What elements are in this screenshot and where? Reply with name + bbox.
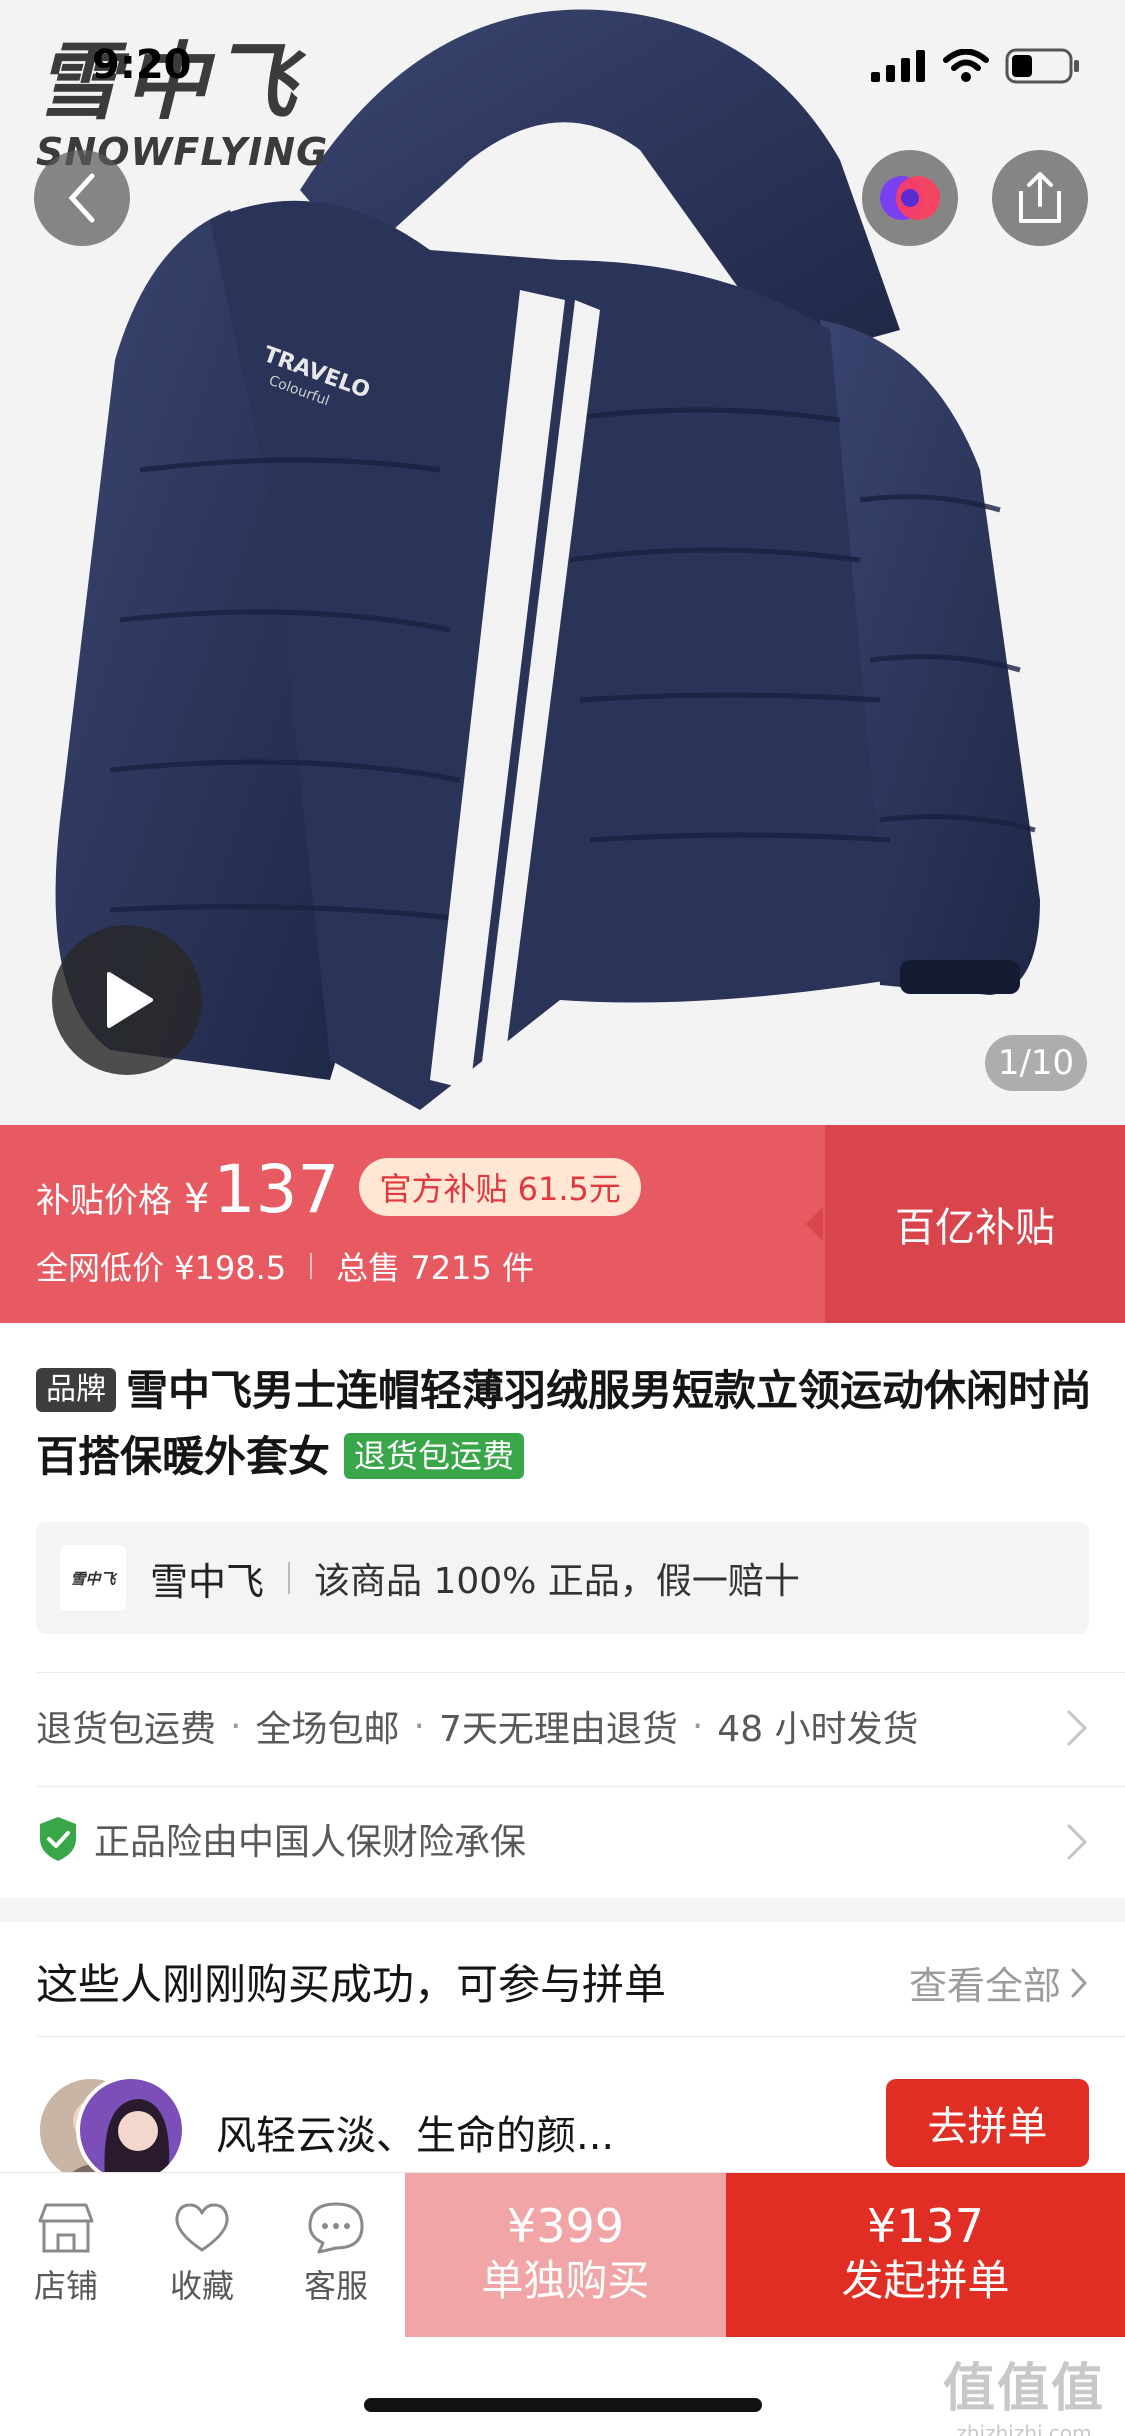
- product-title-text: 雪中飞男士连帽轻薄羽绒服男短款立领运动休闲时尚百搭保暖外套女: [36, 1366, 1093, 1481]
- group-buy-price: ¥137: [866, 2199, 985, 2253]
- product-title: 品牌 雪中飞男士连帽轻薄羽绒服男短款立领运动休闲时尚百搭保暖外套女 退货包运费: [36, 1358, 1096, 1490]
- banner-notch: [806, 1207, 823, 1241]
- view-all-label: 查看全部: [908, 1964, 1061, 2008]
- chat-bubble-icon: [308, 2202, 364, 2254]
- start-group-buy-button[interactable]: ¥137 发起拼单: [726, 2173, 1125, 2337]
- insurance-text: 正品险由中国人保财险承保: [94, 1822, 527, 1863]
- avatar: [76, 2075, 186, 2185]
- store-name: 雪中飞: [150, 1559, 265, 1604]
- service-item: 48 小时发货: [717, 1709, 919, 1750]
- dot-separator: ·: [413, 1705, 425, 1747]
- shield-check-icon: [40, 1817, 76, 1861]
- signal-icon: [871, 50, 925, 82]
- chevron-right-icon: [1071, 1968, 1088, 1997]
- price-banner: 补贴价格 ¥ 137 官方补贴 61.5元 全网低价 ¥198.5 总售 721…: [0, 1125, 1125, 1323]
- divider: [36, 1672, 1125, 1673]
- divider: [288, 1562, 291, 1594]
- watermark-sub: zhizhizhi.com: [956, 2421, 1092, 2436]
- subsidy-badge: 官方补贴 61.5元: [359, 1158, 641, 1216]
- battery-icon: [1005, 48, 1079, 84]
- divider: [36, 1786, 1125, 1787]
- store-guarantee-banner[interactable]: 雪中飞 雪中飞 该商品 100% 正品，假一赔十: [36, 1522, 1089, 1634]
- back-button[interactable]: [34, 150, 130, 246]
- authenticity-guarantee: 该商品 100% 正品，假一赔十: [314, 1561, 800, 1602]
- customer-service-nav-button[interactable]: 客服: [276, 2195, 396, 2307]
- chevron-right-icon[interactable]: [1065, 1822, 1089, 1862]
- customer-service-nav-label: 客服: [303, 2267, 368, 2305]
- play-icon: [107, 972, 153, 1028]
- home-indicator[interactable]: [364, 2398, 762, 2412]
- group-buy-label: 发起拼单: [841, 2256, 1010, 2305]
- mini-program-icon: [880, 176, 940, 220]
- service-item: 全场包邮: [255, 1709, 400, 1750]
- price-currency: ¥: [184, 1176, 210, 1222]
- chevron-right-icon[interactable]: [1065, 1708, 1089, 1748]
- share-icon: [1019, 172, 1061, 223]
- image-page-indicator: 1/10: [985, 1035, 1087, 1091]
- heart-icon: [175, 2203, 229, 2252]
- return-shipping-tag: 退货包运费: [344, 1433, 525, 1479]
- price-row: 补贴价格 ¥ 137 官方补贴 61.5元: [36, 1151, 641, 1228]
- total-sales: 总售 7215 件: [336, 1249, 534, 1287]
- avatar-image: [80, 2079, 182, 2181]
- status-icons: [871, 48, 1081, 84]
- dot-separator: ·: [691, 1705, 704, 1747]
- store-logo: 雪中飞: [60, 1545, 126, 1611]
- chevron-left-icon: [68, 173, 95, 223]
- price-label: 补贴价格: [36, 1181, 172, 1221]
- view-all-link[interactable]: 查看全部: [909, 1955, 1089, 2010]
- price-subrow: 全网低价 ¥198.5 总售 7215 件: [36, 1243, 534, 1289]
- store-nav-label: 店铺: [33, 2267, 98, 2305]
- group-buy-user: 风轻云淡、生命的颜...: [216, 2113, 615, 2159]
- share-button[interactable]: [992, 150, 1088, 246]
- service-item: 退货包运费: [36, 1709, 217, 1750]
- watermark-main: 值值值: [942, 2359, 1105, 2419]
- buy-alone-price: ¥399: [506, 2199, 625, 2253]
- product-image-gallery[interactable]: TRAVELO Colourful 雪中飞 SNOWFLYING 9:20 1/…: [0, 0, 1125, 1125]
- status-time: 9:20: [92, 42, 192, 88]
- join-group-button[interactable]: 去拼单: [886, 2079, 1089, 2167]
- subsidy-program-badge[interactable]: 百亿补贴: [825, 1125, 1125, 1323]
- wifi-icon: [943, 49, 989, 82]
- group-buy-heading: 这些人刚刚购买成功，可参与拼单: [36, 1960, 667, 2009]
- divider: [310, 1253, 313, 1279]
- bottom-action-bar: 店铺 收藏 客服 ¥399 单独购买 ¥137 发起拼单: [0, 2172, 1125, 2337]
- service-row[interactable]: 退货包运费 · 全场包邮 · 7天无理由退货 · 48 小时发货: [36, 1700, 919, 1752]
- service-item: 7天无理由退货: [438, 1709, 678, 1750]
- divider: [36, 2036, 1125, 2037]
- play-video-button[interactable]: [52, 925, 202, 1075]
- section-gap: [0, 1898, 1125, 1922]
- favorite-nav-button[interactable]: 收藏: [142, 2195, 262, 2307]
- store-icon: [38, 2203, 94, 2253]
- buy-alone-label: 单独购买: [481, 2256, 650, 2305]
- favorite-nav-label: 收藏: [169, 2267, 234, 2305]
- group-buy-row: 风轻云淡、生命的颜... 去拼单: [36, 2075, 1089, 2185]
- buy-alone-button[interactable]: ¥399 单独购买: [405, 2173, 726, 2337]
- mini-program-button[interactable]: [862, 150, 958, 246]
- insurance-row[interactable]: 正品险由中国人保财险承保: [36, 1813, 526, 1865]
- site-watermark: 值值值 zhizhizhi.com: [943, 2346, 1105, 2436]
- price-value: 137: [213, 1151, 340, 1228]
- store-nav-button[interactable]: 店铺: [6, 2195, 126, 2307]
- lowest-price: 全网低价 ¥198.5: [36, 1249, 287, 1287]
- brand-tag: 品牌: [36, 1368, 116, 1412]
- dot-separator: ·: [230, 1705, 242, 1747]
